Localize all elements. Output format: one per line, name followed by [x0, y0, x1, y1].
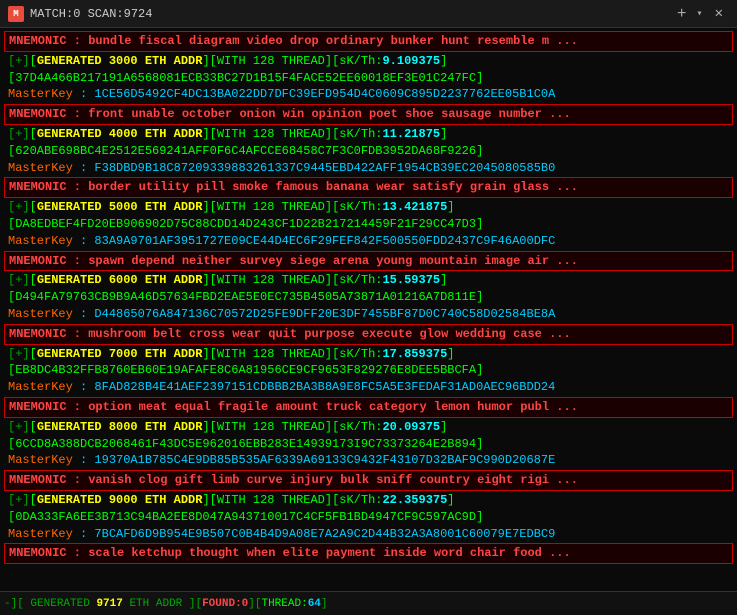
addr-line: [0DA333FA6EE3B713C94BA2EE8D047A943710017…	[4, 509, 733, 526]
app-icon: M	[8, 6, 24, 22]
mnemonic-line: MNEMONIC : mushroom belt cross wear quit…	[4, 324, 733, 345]
generated-line: [+][GENERATED 7000 ETH ADDR][WITH 128 TH…	[4, 346, 733, 363]
status-prefix: -][	[4, 598, 24, 610]
masterkey-line: MasterKey : 7BCAFD6D9B954E9B507C0B4B4D9A…	[4, 526, 733, 543]
mnemonic-line: MNEMONIC : bundle fiscal diagram video d…	[4, 31, 733, 52]
status-thread-bracket: ][	[248, 598, 261, 610]
addr-line: [DA8EDBEF4FD20EB906902D75C88CDD14D243CF1…	[4, 216, 733, 233]
addr-line: [37D4A466B217191A6568081ECB33BC27D1B15F4…	[4, 70, 733, 87]
generated-line: [+][GENERATED 6000 ETH ADDR][WITH 128 TH…	[4, 272, 733, 289]
status-text: -][ GENERATED 9717 ETH ADDR ][FOUND:0][T…	[4, 598, 328, 610]
status-found-label: FOUND:	[202, 598, 242, 610]
mnemonic-line: MNEMONIC : vanish clog gift limb curve i…	[4, 470, 733, 491]
title-text: MATCH:0 SCAN:9724	[30, 7, 667, 21]
masterkey-line: MasterKey : 8FAD828B4E41AEF2397151CDBBB2…	[4, 379, 733, 396]
generated-line: [+][GENERATED 8000 ETH ADDR][WITH 128 TH…	[4, 419, 733, 436]
masterkey-line: MasterKey : 1CE56D5492CF4DC13BA022DD7DFC…	[4, 86, 733, 103]
terminal-content: MNEMONIC : bundle fiscal diagram video d…	[0, 28, 737, 591]
addr-line: [620ABE698BC4E2512E569241AFF0F6C4AFCCE68…	[4, 143, 733, 160]
status-generated-label: GENERATED	[24, 598, 97, 610]
addr-line: [EB8DC4B32FFB8760EB60E19AFAFE8C6A81956CE…	[4, 362, 733, 379]
addr-line: [6CCD8A388DCB2068461F43DC5E962016EBB283E…	[4, 436, 733, 453]
title-bar: M MATCH:0 SCAN:9724 + ▾ ✕	[0, 0, 737, 28]
status-end-bracket: ]	[321, 598, 328, 610]
status-found-bracket: ][	[189, 598, 202, 610]
generated-line: [+][GENERATED 4000 ETH ADDR][WITH 128 TH…	[4, 126, 733, 143]
masterkey-line: MasterKey : 83A9A9701AF3951727E09CE44D4E…	[4, 233, 733, 250]
generated-line: [+][GENERATED 5000 ETH ADDR][WITH 128 TH…	[4, 199, 733, 216]
mnemonic-line: MNEMONIC : spawn depend neither survey s…	[4, 251, 733, 272]
generated-line: [+][GENERATED 9000 ETH ADDR][WITH 128 TH…	[4, 492, 733, 509]
status-thread-value: 64	[308, 598, 321, 610]
masterkey-line: MasterKey : F38DBD9B18C87209339883261337…	[4, 160, 733, 177]
addr-line: [D494FA79763CB9B9A46D57634FBD2EAE5E0EC73…	[4, 289, 733, 306]
status-eth-label: ETH ADDR	[123, 598, 189, 610]
close-button[interactable]: ✕	[709, 3, 729, 24]
generated-line: [+][GENERATED 3000 ETH ADDR][WITH 128 TH…	[4, 53, 733, 70]
masterkey-line: MasterKey : 19370A1B785C4E9DB85B535AF633…	[4, 452, 733, 469]
new-tab-button[interactable]: +	[673, 3, 691, 25]
mnemonic-line: MNEMONIC : border utility pill smoke fam…	[4, 177, 733, 198]
masterkey-line: MasterKey : D44865076A847136C70572D25FE9…	[4, 306, 733, 323]
status-thread-label: THREAD:	[261, 598, 307, 610]
status-scan-value: 9717	[96, 598, 122, 610]
mnemonic-line: MNEMONIC : scale ketchup thought when el…	[4, 543, 733, 564]
mnemonic-line: MNEMONIC : front unable october onion wi…	[4, 104, 733, 125]
tab-dropdown-button[interactable]: ▾	[697, 8, 703, 20]
mnemonic-line: MNEMONIC : option meat equal fragile amo…	[4, 397, 733, 418]
status-bar: -][ GENERATED 9717 ETH ADDR ][FOUND:0][T…	[0, 591, 737, 615]
